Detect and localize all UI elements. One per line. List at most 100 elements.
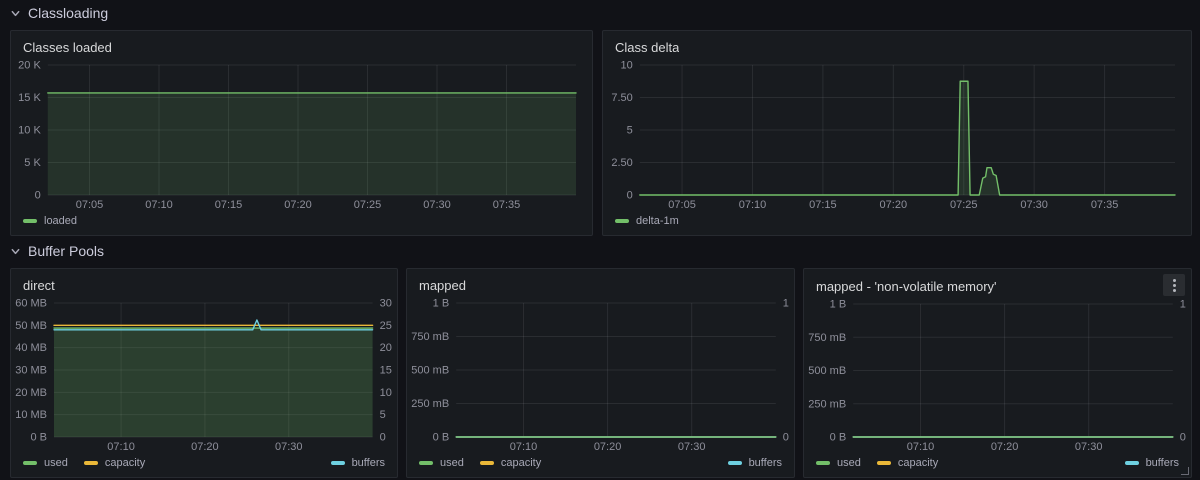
svg-text:07:35: 07:35 [493, 199, 521, 211]
chart-area: 1 B750 mB500 mB250 mB0 B1007:1007:2007:3… [407, 297, 794, 455]
panel-header: mapped - 'non-volatile memory' [804, 269, 1191, 298]
legend-series-label: used [837, 457, 861, 469]
svg-text:07:20: 07:20 [594, 441, 622, 453]
svg-text:07:05: 07:05 [76, 199, 104, 211]
svg-text:07:10: 07:10 [145, 199, 173, 211]
svg-text:30 MB: 30 MB [15, 365, 47, 377]
panel-mapped: mapped 1 B750 mB500 mB250 mB0 B1007:1007… [406, 268, 795, 478]
svg-text:0: 0 [380, 432, 386, 444]
legend: delta-1m [603, 213, 1191, 235]
svg-text:1: 1 [783, 298, 789, 310]
svg-text:40 MB: 40 MB [15, 342, 47, 354]
svg-text:250 mB: 250 mB [808, 398, 846, 410]
legend-series-label: used [440, 457, 464, 469]
timeseries-chart-classes-loaded[interactable]: 20 K 15 K 10 K 5 K 0 07:05 07:10 07:15 07:20 07:2… [13, 59, 588, 213]
svg-text:10 K: 10 K [18, 125, 41, 137]
panel-title[interactable]: direct [23, 278, 55, 293]
panel-title[interactable]: mapped - 'non-volatile memory' [816, 279, 997, 294]
svg-text:20 MB: 20 MB [15, 387, 47, 399]
section-row-buffer-pools[interactable]: Buffer Pools [10, 241, 104, 261]
legend-item-buffers[interactable]: buffers [728, 457, 782, 469]
legend-series-swatch [728, 461, 742, 465]
legend-series-label: buffers [352, 457, 385, 469]
svg-text:07:15: 07:15 [215, 199, 243, 211]
panel-header: mapped [407, 269, 794, 297]
svg-text:15 K: 15 K [18, 92, 41, 104]
svg-text:5: 5 [380, 409, 386, 421]
panel-header: Classes loaded [11, 31, 592, 59]
legend-item-delta-1m[interactable]: delta-1m [615, 215, 679, 227]
legend-series-label: loaded [44, 215, 77, 227]
legend-item-loaded[interactable]: loaded [23, 215, 77, 227]
chevron-down-icon [10, 8, 21, 19]
svg-text:0: 0 [35, 190, 41, 202]
svg-text:60 MB: 60 MB [15, 298, 47, 310]
svg-text:07:30: 07:30 [275, 441, 303, 453]
panel-title[interactable]: Classes loaded [23, 40, 112, 55]
svg-text:07:15: 07:15 [809, 199, 837, 211]
svg-text:07:30: 07:30 [678, 441, 706, 453]
svg-text:07:10: 07:10 [907, 441, 935, 453]
svg-text:07:20: 07:20 [191, 441, 219, 453]
grafana-dashboard: Classloading Classes loaded 20 K15 K10 K… [0, 0, 1200, 480]
svg-text:25: 25 [380, 320, 392, 332]
svg-text:0 B: 0 B [30, 432, 47, 444]
svg-text:0: 0 [1180, 432, 1186, 444]
panel-direct: direct 60 MB50 MB40 MB30 MB20 MB10 MB0 B… [10, 268, 398, 478]
legend-series-swatch [419, 461, 433, 465]
svg-text:500 mB: 500 mB [808, 365, 846, 377]
svg-text:20: 20 [380, 342, 392, 354]
svg-text:750 mB: 750 mB [808, 332, 846, 344]
legend-series-swatch [877, 461, 891, 465]
svg-text:07:25: 07:25 [354, 199, 382, 211]
legend-series-swatch [331, 461, 345, 465]
svg-text:07:30: 07:30 [423, 199, 451, 211]
panel-resize-handle[interactable] [1181, 467, 1189, 475]
legend-series-swatch [1125, 461, 1139, 465]
panel-menu-kebab-icon[interactable] [1163, 274, 1185, 296]
legend-item-capacity[interactable]: capacity [480, 457, 541, 469]
chart-area: 107.5052.50007:0507:1007:1507:2007:2507:… [603, 59, 1191, 213]
svg-text:750 mB: 750 mB [411, 331, 449, 343]
svg-text:0 B: 0 B [830, 432, 847, 444]
chevron-down-icon [10, 246, 21, 257]
svg-text:15: 15 [380, 365, 392, 377]
legend: used capacity buffers [11, 455, 397, 477]
section-title: Buffer Pools [28, 243, 104, 259]
panel-classes-loaded: Classes loaded 20 K 15 K 10 K 5 K 0 07:05 07:1… [10, 30, 593, 236]
legend-item-buffers[interactable]: buffers [331, 457, 385, 469]
timeseries-chart-mapped-nvm[interactable]: 1 B750 mB500 mB250 mB0 B1007:1007:2007:3… [806, 298, 1187, 455]
legend-item-used[interactable]: used [23, 457, 68, 469]
svg-text:1 B: 1 B [830, 299, 847, 311]
svg-text:07:20: 07:20 [991, 441, 1019, 453]
legend-item-capacity[interactable]: capacity [877, 457, 938, 469]
timeseries-chart-mapped[interactable]: 1 B750 mB500 mB250 mB0 B1007:1007:2007:3… [409, 297, 790, 455]
svg-text:2.50: 2.50 [611, 157, 632, 169]
legend-item-capacity[interactable]: capacity [84, 457, 145, 469]
panel-title[interactable]: mapped [419, 278, 466, 293]
svg-text:07:20: 07:20 [284, 199, 312, 211]
timeseries-chart-direct[interactable]: 60 MB50 MB40 MB30 MB20 MB10 MB0 B3025201… [13, 297, 393, 455]
legend-series-swatch [816, 461, 830, 465]
legend-item-buffers[interactable]: buffers [1125, 457, 1179, 469]
legend-series-swatch [23, 461, 37, 465]
svg-text:0: 0 [627, 190, 633, 202]
timeseries-chart-class-delta[interactable]: 107.5052.50007:0507:1007:1507:2007:2507:… [605, 59, 1187, 213]
svg-text:07:30: 07:30 [1075, 441, 1103, 453]
svg-text:30: 30 [380, 298, 392, 310]
legend: used capacity buffers [804, 455, 1191, 477]
svg-text:5 K: 5 K [24, 157, 41, 169]
svg-text:250 mB: 250 mB [411, 398, 449, 410]
svg-text:07:05: 07:05 [668, 199, 696, 211]
panel-title[interactable]: Class delta [615, 40, 679, 55]
svg-text:07:20: 07:20 [880, 199, 908, 211]
svg-text:0 B: 0 B [433, 432, 450, 444]
section-row-classloading[interactable]: Classloading [10, 3, 108, 23]
legend-item-used[interactable]: used [816, 457, 861, 469]
svg-text:500 mB: 500 mB [411, 365, 449, 377]
svg-text:50 MB: 50 MB [15, 320, 47, 332]
svg-text:10: 10 [380, 387, 392, 399]
legend-item-used[interactable]: used [419, 457, 464, 469]
legend-series-swatch [84, 461, 98, 465]
svg-text:20 K: 20 K [18, 60, 41, 72]
